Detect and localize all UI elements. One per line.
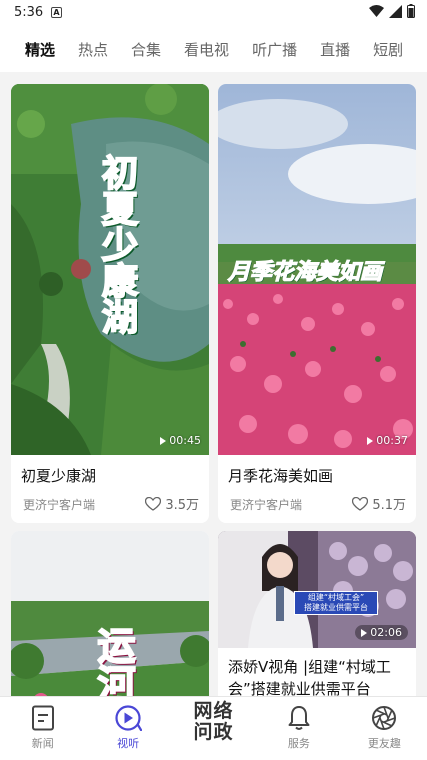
video-card[interactable]: 初夏少康湖 00:45 初夏少康湖 更济宁客户端 3.5万 [11, 84, 209, 523]
nav-gengyouqu[interactable]: 更友趣 [342, 697, 427, 760]
logo-line-1: 网络 [193, 700, 234, 722]
like-count-text: 5.1万 [372, 498, 406, 513]
video-title[interactable]: 月季花海美如画 [228, 465, 333, 487]
logo-line-2: 问政 [193, 721, 234, 743]
nav-service[interactable]: 服务 [256, 697, 341, 760]
aperture-icon [372, 706, 397, 730]
tab-redian[interactable]: 热点 [78, 39, 108, 60]
nav-label: 视听 [117, 737, 140, 750]
video-title[interactable]: 添娇V视角 |组建“村域工 会”搭建就业供需平台 [228, 656, 412, 696]
video-title[interactable]: 初夏少康湖 [21, 465, 96, 487]
video-duration: 00:45 [160, 434, 201, 447]
tab-tingguangbo[interactable]: 听广播 [252, 39, 297, 60]
status-bar: 5:36 A [0, 0, 427, 26]
duration-text: 00:37 [376, 434, 408, 447]
overlay-caption: 月季花海美如画 [227, 258, 383, 285]
duration-text: 00:45 [169, 434, 201, 447]
heart-icon [352, 496, 369, 511]
tab-kandianshi[interactable]: 看电视 [184, 39, 229, 60]
video-source: 更济宁客户端 [230, 498, 303, 512]
signal-icon [389, 4, 402, 18]
like-count-text: 3.5万 [165, 498, 199, 513]
bell-icon [288, 706, 310, 730]
nav-label: 服务 [287, 737, 310, 750]
duration-text: 02:06 [370, 626, 402, 639]
play-icon [160, 436, 167, 445]
video-thumbnail[interactable]: 初夏少康湖 00:45 [11, 84, 209, 455]
nav-label: 新闻 [31, 737, 54, 750]
video-thumbnail[interactable]: 组建“村域工会” 搭建就业供需平台 02:06 [218, 531, 416, 648]
like-count[interactable]: 3.5万 [145, 494, 199, 513]
play-icon [367, 436, 374, 445]
video-card[interactable]: 运河 [11, 531, 209, 696]
overlay-banner: 组建“村域工会” 搭建就业供需平台 [294, 591, 378, 615]
video-card[interactable]: 组建“村域工会” 搭建就业供需平台 02:06 添娇V视角 |组建“村域工 会”… [218, 531, 416, 696]
video-thumbnail[interactable]: 月季花海美如画 00:37 [218, 84, 416, 455]
wifi-icon [369, 5, 384, 17]
video-duration: 02:06 [355, 625, 408, 640]
tab-heji[interactable]: 合集 [131, 39, 161, 60]
play-icon [361, 628, 368, 637]
battery-icon [407, 4, 415, 18]
video-title-line-2: 会”搭建就业供需平台 [228, 680, 371, 696]
news-icon [31, 705, 54, 731]
video-feed[interactable]: 初夏少康湖 00:45 初夏少康湖 更济宁客户端 3.5万 月季花海美如画 00… [0, 72, 427, 696]
nav-video[interactable]: 视听 [85, 697, 170, 760]
tab-jingxuan[interactable]: 精选 [25, 39, 55, 60]
tab-zhibo[interactable]: 直播 [320, 39, 350, 60]
bottom-nav: 新闻 视听 网络 问政 服务 更友趣 [0, 696, 427, 760]
status-icons [369, 4, 415, 18]
like-count[interactable]: 5.1万 [352, 494, 406, 513]
overlay-caption: 初夏少康湖 [95, 153, 139, 335]
status-time: 5:36 [14, 5, 44, 20]
banner-line-1: 组建“村域工会” [307, 593, 365, 602]
video-thumbnail[interactable]: 运河 [11, 531, 209, 696]
video-source: 更济宁客户端 [23, 498, 96, 512]
video-card[interactable]: 月季花海美如画 00:37 月季花海美如画 更济宁客户端 5.1万 [218, 84, 416, 523]
banner-line-2: 搭建就业供需平台 [304, 603, 368, 612]
overlay-caption: 运河 [90, 625, 137, 696]
video-title-line-1: 添娇V视角 |组建“村域工 [228, 658, 391, 676]
nav-wangluo-wenzheng[interactable]: 网络 问政 [171, 697, 256, 760]
notification-a-icon: A [51, 7, 62, 18]
wangluo-wenzheng-logo: 网络 问政 [194, 701, 234, 743]
category-tabs: 精选 热点 合集 看电视 听广播 直播 短剧 [0, 26, 427, 72]
tab-duanju[interactable]: 短剧 [373, 39, 403, 60]
video-duration: 00:37 [367, 434, 408, 447]
nav-news[interactable]: 新闻 [0, 697, 85, 760]
nav-label: 更友趣 [367, 737, 401, 750]
heart-icon [145, 496, 162, 511]
play-circle-icon [115, 705, 143, 731]
